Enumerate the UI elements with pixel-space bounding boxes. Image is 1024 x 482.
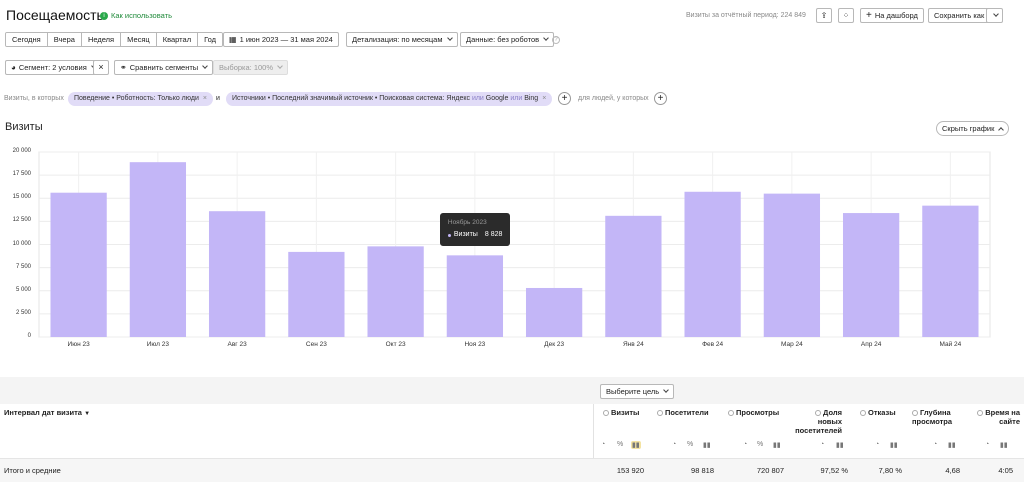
bar-chart-icon[interactable]: ▮▮ xyxy=(631,441,641,449)
total-depth: 4,68 xyxy=(945,466,960,475)
pie-chart-icon[interactable]: ◔ xyxy=(672,441,676,448)
radio-icon xyxy=(728,410,734,416)
pie-chart-icon[interactable]: ◔ xyxy=(743,441,747,448)
x-tick-label: Мар 24 xyxy=(780,341,803,348)
total-pageviews: 720 807 xyxy=(756,466,784,475)
bar-июн-23[interactable] xyxy=(50,192,107,337)
radio-icon xyxy=(860,410,866,416)
total-visitors: 98 818 xyxy=(691,466,714,475)
goal-dropdown[interactable]: Выберите цель xyxy=(600,384,675,399)
pie-chart-icon[interactable]: ◔ xyxy=(985,441,989,448)
x-tick-label: Ноя 23 xyxy=(464,341,486,348)
radio-icon xyxy=(603,410,609,416)
radio-icon xyxy=(977,410,984,416)
column-visitors[interactable]: Посетители xyxy=(657,408,709,417)
goal-label: Выберите цель xyxy=(606,387,660,396)
column-bounces[interactable]: Отказы xyxy=(860,408,896,417)
radio-icon xyxy=(657,410,663,416)
pie-chart-icon[interactable]: ◔ xyxy=(933,441,937,448)
bar-июл-23[interactable] xyxy=(129,162,187,337)
bar-фев-24[interactable] xyxy=(684,191,741,337)
column-label: Просмотры xyxy=(736,408,780,417)
bar-chart-icon[interactable]: ▮▮ xyxy=(836,441,844,449)
bar-chart-icon[interactable]: ▮▮ xyxy=(890,441,898,449)
column-visits[interactable]: Визиты xyxy=(603,408,639,417)
group-header-label: Интервал дат визита xyxy=(4,408,82,417)
column-pageviews[interactable]: Просмотры xyxy=(728,408,779,417)
bar-chart-icon[interactable]: ▮▮ xyxy=(948,441,956,449)
x-tick-label: Сен 23 xyxy=(305,341,327,348)
x-tick-label: Май 24 xyxy=(939,341,962,348)
x-tick-label: Окт 23 xyxy=(385,341,406,348)
bar-окт-23[interactable] xyxy=(367,246,424,337)
x-tick-label: Апр 24 xyxy=(860,341,882,348)
x-tick-label: Дек 23 xyxy=(544,341,565,348)
chart-tooltip: Ноябрь 2023 Визиты 8 828 xyxy=(439,213,510,247)
tooltip-period: Ноябрь 2023 xyxy=(447,219,487,227)
totals-label: Итого и средние xyxy=(4,466,61,475)
bar-сен-23[interactable] xyxy=(288,251,345,337)
sort-desc-icon: ▼ xyxy=(84,411,91,417)
pie-chart-icon[interactable]: ◔ xyxy=(820,441,824,448)
percent-icon[interactable]: % xyxy=(617,441,623,448)
bar-апр-24[interactable] xyxy=(842,213,900,337)
total-time: 4:05 xyxy=(998,466,1013,475)
x-tick-label: Авг 23 xyxy=(227,341,247,348)
radio-icon xyxy=(815,410,822,416)
column-new-visitors[interactable]: Доля новых посетителей xyxy=(790,408,842,435)
total-visits: 153 920 xyxy=(616,466,644,475)
column-label: Посетители xyxy=(665,408,709,417)
pie-chart-icon[interactable]: ◔ xyxy=(601,441,605,448)
bar-янв-24[interactable] xyxy=(605,215,662,337)
column-time[interactable]: Время на сайте xyxy=(970,408,1020,426)
percent-icon[interactable]: % xyxy=(757,441,763,448)
group-header[interactable]: Интервал дат визита ▼ xyxy=(4,408,90,419)
table-toolbar-band xyxy=(0,377,1024,404)
column-label: Глубина просмотра xyxy=(912,408,953,426)
column-label: Время на сайте xyxy=(985,408,1020,426)
chevron-down-icon xyxy=(663,387,670,393)
pie-chart-icon[interactable]: ◔ xyxy=(875,441,879,448)
total-bounces: 7,80 % xyxy=(878,466,902,475)
column-label: Отказы xyxy=(868,408,896,417)
bar-chart-icon[interactable]: ▮▮ xyxy=(703,441,711,449)
tooltip-value: 8 828 xyxy=(484,231,503,239)
bar-ноя-23[interactable] xyxy=(446,255,504,337)
percent-icon[interactable]: % xyxy=(687,441,693,448)
bar-chart-icon[interactable]: ▮▮ xyxy=(773,441,781,449)
x-tick-label: Июн 23 xyxy=(67,341,90,348)
radio-icon xyxy=(912,410,918,416)
tooltip-series-dot xyxy=(447,234,451,238)
bar-мар-24[interactable] xyxy=(763,193,821,337)
x-tick-label: Июл 23 xyxy=(146,341,169,348)
x-tick-label: Янв 24 xyxy=(622,341,644,348)
column-label: Визиты xyxy=(611,408,640,417)
bar-май-24[interactable] xyxy=(922,205,979,337)
column-depth[interactable]: Глубина просмотра xyxy=(912,408,956,426)
total-new-visitors: 97,52 % xyxy=(820,466,848,475)
x-tick-label: Фев 24 xyxy=(702,341,724,348)
tooltip-label: Визиты xyxy=(453,231,478,239)
bar-дек-23[interactable] xyxy=(525,287,583,337)
bar-chart-icon[interactable]: ▮▮ xyxy=(1000,441,1008,449)
bar-авг-23[interactable] xyxy=(208,211,266,337)
